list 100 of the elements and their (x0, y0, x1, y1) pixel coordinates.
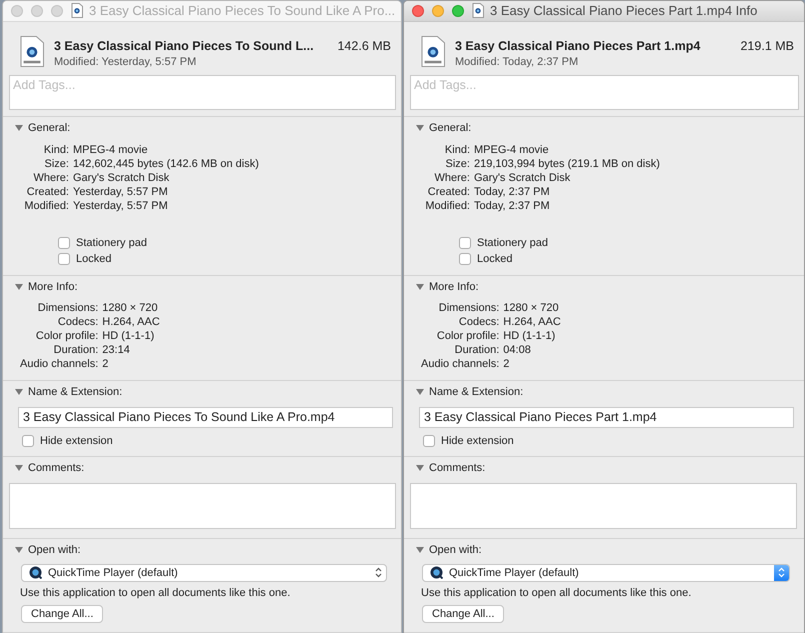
field-label: Where: (434, 170, 470, 185)
checkbox[interactable] (459, 252, 471, 265)
field-label: Duration: (454, 342, 500, 357)
change-all-button[interactable]: Change All... (21, 604, 104, 623)
field-label: Where: (32, 170, 69, 185)
movie-file-icon (20, 36, 44, 67)
disclosure-triangle-icon[interactable] (15, 282, 23, 291)
field-value: HD (1-1-1) (503, 328, 556, 343)
field-value: HD (1-1-1) (102, 328, 156, 343)
checkbox-label: Stationery pad (76, 236, 147, 249)
checkbox[interactable] (459, 236, 471, 249)
field-value: 04:08 (503, 342, 532, 357)
checkbox-label: Stationery pad (477, 236, 548, 249)
quicktime-icon (29, 566, 42, 580)
tags-field[interactable]: Add Tags... (9, 74, 396, 110)
field-value: Gary's Scratch Disk (73, 170, 170, 185)
field-value: 23:14 (102, 342, 131, 357)
checkbox-label: Hide extension (40, 434, 113, 447)
checkbox[interactable] (423, 434, 435, 447)
checkbox[interactable] (58, 252, 70, 265)
section-title[interactable]: Open with: (429, 544, 482, 556)
movie-file-icon (421, 36, 445, 67)
field-value: 1280 × 720 (503, 300, 560, 315)
field-label: Audio channels: (20, 356, 98, 371)
field-label: Created: (426, 184, 470, 199)
checkbox[interactable] (58, 236, 70, 249)
close-button[interactable] (11, 4, 23, 17)
file-size: 219.1 MB (740, 38, 794, 53)
field-label: Codecs: (56, 314, 98, 329)
disclosure-triangle-icon[interactable] (416, 282, 424, 291)
section-title[interactable]: More Info: (28, 280, 78, 293)
disclosure-triangle-icon[interactable] (416, 546, 424, 554)
change-all-button[interactable]: Change All... (422, 604, 504, 623)
disclosure-triangle-icon[interactable] (15, 546, 23, 554)
field-value: Yesterday, 5:57 PM (73, 198, 169, 213)
disclosure-triangle-icon[interactable] (416, 124, 424, 132)
close-button[interactable] (412, 4, 424, 17)
tags-field[interactable]: Add Tags... (410, 74, 799, 110)
field-label: Codecs: (458, 314, 500, 329)
checkbox-label: Hide extension (441, 434, 514, 447)
file-name: 3 Easy Classical Piano Pieces Part 1.mp4 (455, 38, 700, 53)
section-title[interactable]: Comments: (28, 462, 84, 474)
field-value: Yesterday, 5:57 PM (73, 184, 169, 199)
name-field[interactable]: 3 Easy Classical Piano Pieces Part 1.mp4 (419, 406, 794, 428)
help-text: Use this application to open all documents like this one. (421, 586, 692, 599)
checkbox-label: Locked (76, 252, 112, 265)
field-value: H.264, AAC (102, 314, 160, 329)
disclosure-triangle-icon[interactable] (15, 464, 23, 472)
disclosure-triangle-icon[interactable] (416, 464, 424, 472)
minimize-button[interactable] (432, 4, 444, 17)
comments-field[interactable] (410, 482, 797, 529)
section-title[interactable]: Name & Extension: (429, 386, 524, 398)
app-popup[interactable]: QuickTime Player (default) (422, 564, 790, 582)
window-title: 3 Easy Classical Piano Pieces Part 1.mp4 Info (490, 3, 758, 18)
app-popup[interactable]: QuickTime Player (default) (21, 564, 387, 582)
window-title: 3 Easy Classical Piano Pieces To Sound Like A Pro... (89, 3, 396, 18)
section-title[interactable]: Comments: (429, 462, 486, 474)
section-title[interactable]: Open with: (28, 544, 81, 556)
field-value: 142,602,445 bytes (142.6 MB on disk) (73, 156, 259, 171)
field-value: MPEG-4 movie (474, 142, 550, 157)
field-label: Color profile: (436, 328, 500, 343)
field-label: Modified: (424, 198, 470, 213)
field-value: H.264, AAC (503, 314, 561, 329)
field-value: 2 (102, 356, 110, 371)
section-title[interactable]: General: (28, 122, 70, 134)
quicktime-icon (430, 566, 443, 580)
field-value: Gary's Scratch Disk (474, 170, 572, 185)
zoom-button[interactable] (51, 4, 63, 17)
field-value: 2 (503, 356, 510, 371)
checkbox[interactable] (22, 434, 34, 447)
field-label: Kind: (444, 142, 470, 157)
zoom-button[interactable] (452, 4, 464, 17)
checkbox-label: Locked (477, 252, 512, 265)
disclosure-triangle-icon[interactable] (416, 388, 424, 396)
field-value: Today, 2:37 PM (474, 198, 551, 213)
field-label: Created: (26, 184, 69, 199)
field-label: Size: (44, 156, 69, 171)
help-text: Use this application to open all documents like this one. (20, 586, 292, 599)
field-label: Audio channels: (421, 356, 500, 371)
field-label: Dimensions: (36, 300, 98, 315)
modified-date: Modified: Today, 2:37 PM (455, 56, 580, 68)
section-title[interactable]: Name & Extension: (28, 386, 122, 398)
section-title[interactable]: General: (429, 122, 472, 134)
field-label: Kind: (42, 142, 69, 157)
field-value: 1280 × 720 (102, 300, 159, 315)
minimize-button[interactable] (31, 4, 43, 17)
file-size: 142.6 MB (337, 38, 391, 53)
disclosure-triangle-icon[interactable] (15, 124, 23, 132)
stepper-icon (375, 567, 382, 578)
comments-field[interactable] (9, 482, 396, 529)
stepper-icon (778, 567, 785, 578)
modified-date: Modified: Yesterday, 5:57 PM (54, 56, 198, 68)
field-label: Duration: (52, 342, 98, 357)
movie-file-icon (472, 3, 484, 18)
name-field[interactable]: 3 Easy Classical Piano Pieces To Sound Like A Pro.mp4 (18, 406, 393, 428)
field-value: Today, 2:37 PM (474, 184, 551, 199)
field-label: Modified: (23, 198, 69, 213)
field-value: 219,103,994 bytes (219.1 MB on disk) (474, 156, 660, 171)
section-title[interactable]: More Info: (429, 280, 479, 293)
disclosure-triangle-icon[interactable] (15, 388, 23, 396)
